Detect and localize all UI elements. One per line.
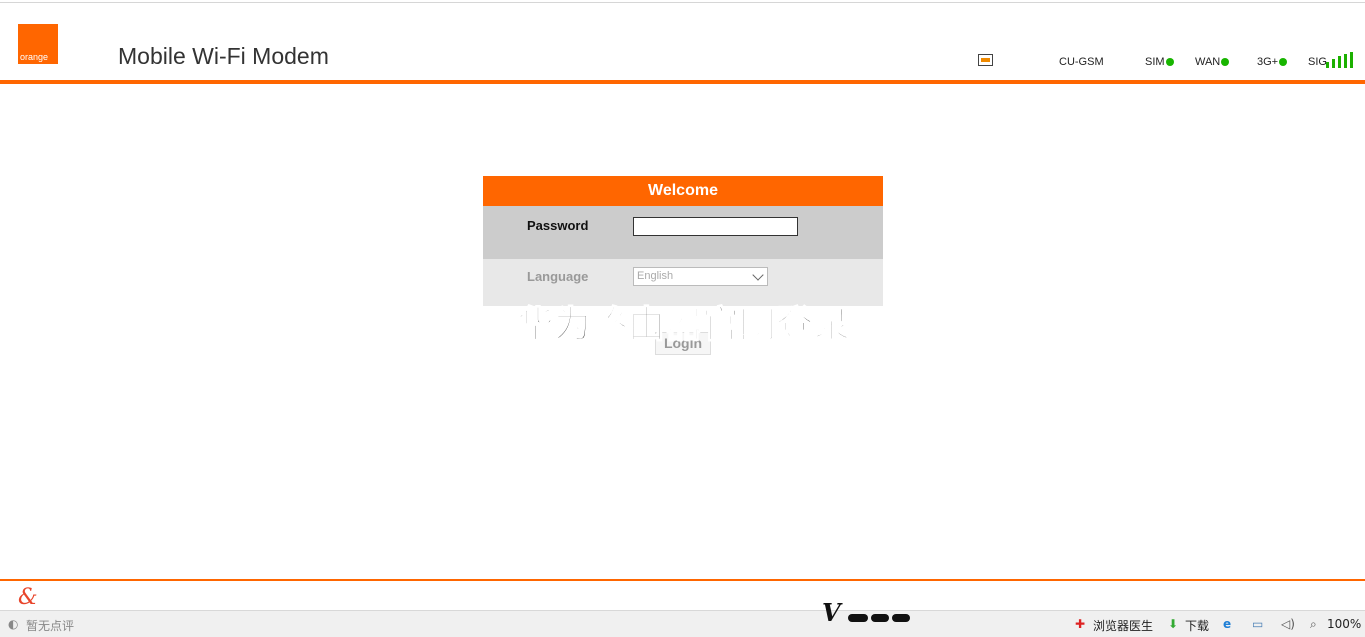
ampersand-logo-icon: &: [18, 585, 38, 610]
download-icon: ⬇: [1168, 617, 1179, 631]
wan-label: WAN: [1195, 56, 1221, 68]
envelope-icon[interactable]: [978, 54, 993, 66]
network-name: CU-GSM: [1059, 56, 1104, 68]
logo-text: orange: [20, 52, 49, 62]
brand-logo-icon: [848, 614, 910, 622]
sim-label: SIM: [1145, 56, 1165, 68]
language-value: English: [637, 270, 674, 282]
comment-icon: ◐: [8, 617, 19, 631]
page-title: Mobile Wi-Fi Modem: [118, 43, 329, 69]
browser-status-bar: ◐ 暂无点评 ✚ 浏览器医生 ⬇ 下载 e ▭ ◁) ⌕ 100%: [0, 610, 1365, 637]
watermark-text: 华为路由器官网登录: [516, 302, 851, 347]
zoom-icon: ⌕: [1310, 617, 1317, 631]
signal-bars-icon: [1326, 52, 1362, 68]
login-panel: Welcome Password Language English: [483, 176, 883, 306]
signal-indicator: SIG: [1308, 56, 1327, 68]
language-select[interactable]: English: [633, 267, 768, 286]
sim-status-dot-icon: [1165, 58, 1174, 67]
network-type-indicator: 3G+: [1257, 56, 1288, 68]
network-type-label: 3G+: [1257, 56, 1279, 68]
window-icon[interactable]: ▭: [1252, 617, 1263, 631]
zoom-level[interactable]: 100%: [1327, 617, 1361, 631]
header-divider: [0, 80, 1365, 84]
panel-title: Welcome: [483, 176, 883, 206]
ie-icon[interactable]: e: [1223, 617, 1231, 631]
footer-divider: [0, 579, 1365, 581]
password-label: Password: [527, 218, 589, 233]
password-input[interactable]: [633, 217, 798, 236]
sim-indicator: SIM: [1145, 56, 1174, 68]
orange-logo[interactable]: orange: [18, 24, 58, 64]
brand-logo-letter: V: [822, 598, 841, 627]
doctor-icon: ✚: [1075, 617, 1086, 631]
network-type-dot-icon: [1279, 58, 1288, 67]
wan-indicator: WAN: [1195, 56, 1230, 68]
browser-doctor-link[interactable]: 浏览器医生: [1093, 617, 1153, 634]
download-link[interactable]: 下载: [1185, 617, 1209, 634]
chevron-down-icon: [752, 269, 764, 281]
comments-text[interactable]: 暂无点评: [26, 617, 74, 634]
signal-label: SIG: [1308, 56, 1327, 68]
top-border: [0, 2, 1365, 3]
password-row: Password: [483, 206, 883, 259]
speaker-icon[interactable]: ◁): [1281, 617, 1295, 631]
language-label: Language: [527, 269, 589, 284]
wan-status-dot-icon: [1221, 58, 1230, 67]
